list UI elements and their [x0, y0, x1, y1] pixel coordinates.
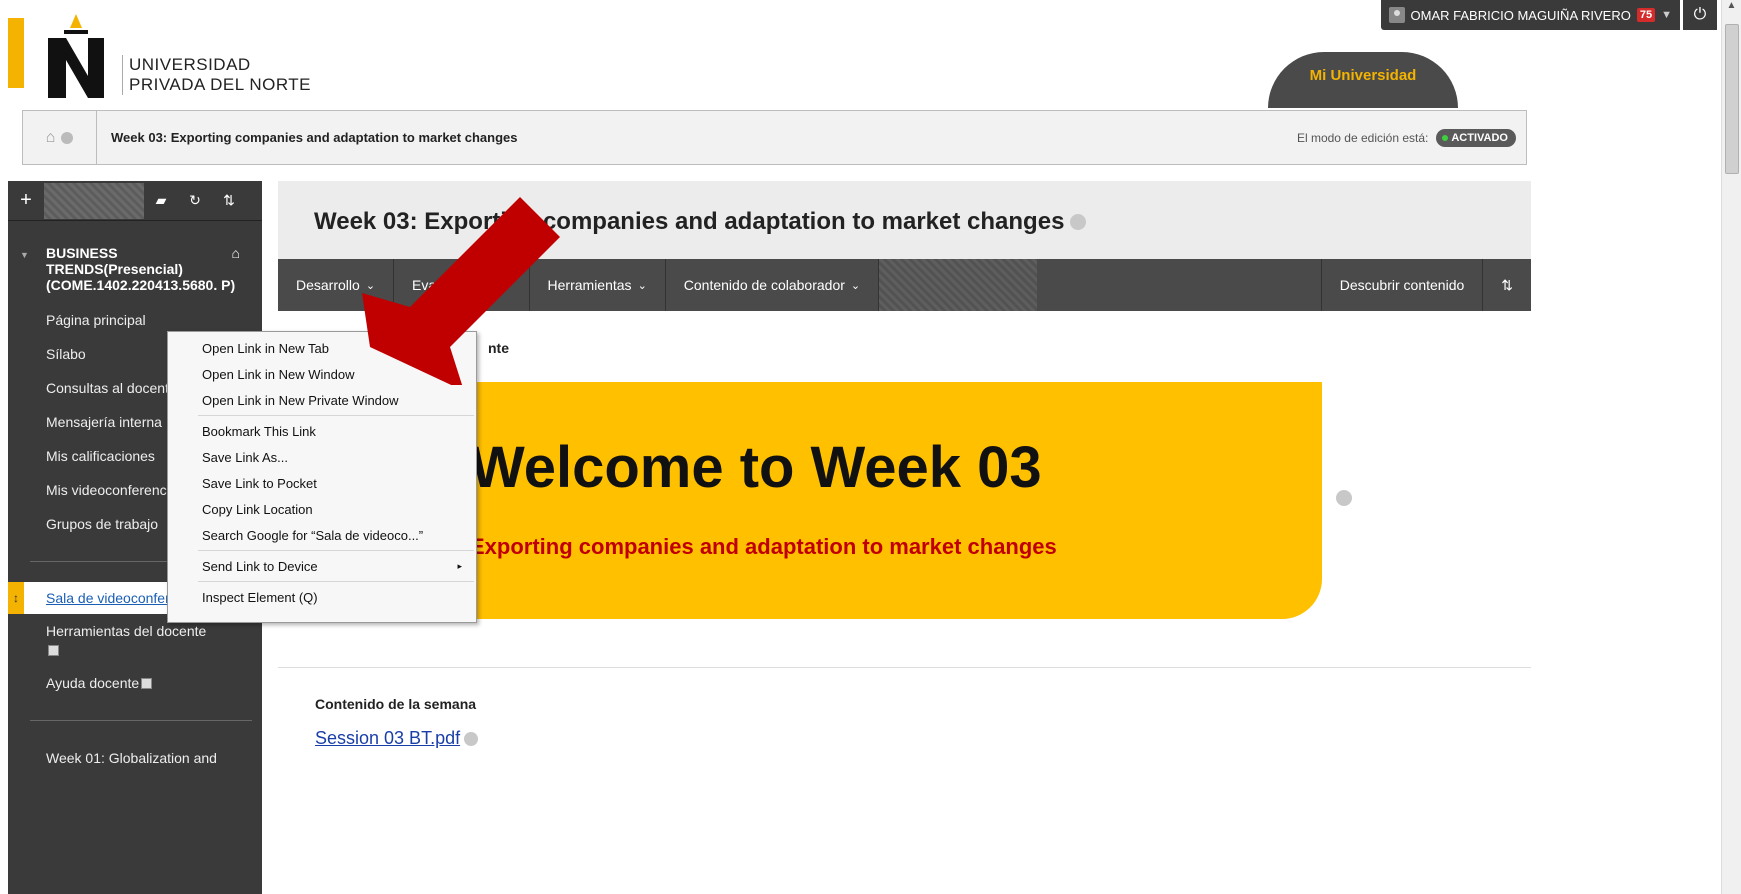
nav-label: Desarrollo — [296, 277, 360, 293]
ctx-separator — [198, 415, 474, 416]
banner-options-icon[interactable] — [1336, 490, 1352, 506]
course-title-text: BUSINESS TRENDS(Presencial) (COME.1402.2… — [46, 245, 236, 293]
refresh-icon[interactable]: ↻ — [178, 192, 212, 209]
collapse-triangle-icon[interactable]: ▼ — [20, 247, 29, 263]
course-nav: Desarrollo ⌄ Evaluaciones ⌄ Herramientas ⌄ … — [278, 259, 1531, 311]
ctx-bookmark-link[interactable]: Bookmark This Link — [168, 418, 476, 444]
banner-title: Welcome to Week 03 — [470, 435, 1042, 500]
submenu-arrow-icon: ▸ — [457, 560, 462, 571]
sidebar-divider — [30, 720, 252, 721]
file-options-icon[interactable] — [464, 731, 479, 746]
chevron-down-icon: ⌄ — [365, 279, 376, 292]
nav-label: Herramientas — [547, 277, 632, 293]
chevron-down-icon: ⌄ — [501, 279, 511, 292]
university-logo — [48, 14, 104, 98]
user-name: OMAR FABRICIO MAGUIÑA RIVERO — [1410, 7, 1631, 23]
folder-icon[interactable]: ▰ — [144, 192, 178, 209]
sort-icon[interactable]: ⇅ — [212, 192, 246, 209]
section-heading-fragment: nte — [488, 340, 509, 356]
mi-universidad-tab[interactable]: Mi Universidad — [1268, 52, 1458, 108]
sidebar-toolbar-spacer — [44, 182, 144, 219]
university-name: UNIVERSIDAD PRIVADA DEL NORTE — [122, 55, 311, 95]
title-options-icon[interactable] — [1070, 214, 1087, 230]
sidebar-item[interactable]: Week 01: Globalization and — [8, 741, 262, 775]
sidebar-item-label: Herramientas del docente — [46, 623, 207, 639]
section-title: Contenido de la semana — [315, 696, 477, 712]
university-name-line1: UNIVERSIDAD — [129, 55, 251, 74]
edit-mode: El modo de edición está: ACTIVADO — [1296, 128, 1526, 147]
status-led-icon — [1442, 134, 1449, 141]
course-home-icon[interactable]: ⌂ — [232, 245, 240, 261]
chevron-down-icon: ⌄ — [637, 279, 647, 292]
course-title[interactable]: ▼ BUSINESS TRENDS(Presencial) (COME.1402… — [8, 221, 262, 293]
logout-button[interactable]: ⏻ — [1683, 0, 1717, 30]
notification-badge[interactable]: 75 — [1636, 8, 1656, 22]
scrollbar-thumb[interactable] — [1725, 24, 1739, 174]
university-name-line2: PRIVADA DEL NORTE — [129, 75, 312, 94]
drag-handle-icon[interactable]: ↕ — [8, 582, 24, 614]
nav-label: Contenido de colaborador — [683, 277, 845, 293]
ctx-open-new-window[interactable]: Open Link in New Window — [168, 361, 476, 387]
breadcrumb: ⌂ Week 03: Exporting companies and adapt… — [22, 110, 1527, 165]
sidebar-item[interactable]: Ayuda docente — [8, 666, 262, 700]
content-title-bar: Week 03: Exporting companies and adaptat… — [278, 181, 1531, 259]
nav-herramientas[interactable]: Herramientas ⌄ — [530, 259, 666, 311]
page-title: Week 03: Exporting companies and adaptat… — [314, 208, 1087, 236]
user-avatar-icon — [1388, 7, 1405, 23]
ctx-separator — [198, 581, 474, 582]
scroll-up-icon[interactable]: ▲ — [1722, 0, 1741, 18]
nav-evaluaciones[interactable]: Evaluaciones ⌄ — [394, 259, 530, 311]
sort-icon[interactable]: ⇅ — [1483, 259, 1531, 311]
ctx-copy-link-location[interactable]: Copy Link Location — [168, 496, 476, 522]
add-menu-item-button[interactable]: + — [8, 189, 44, 212]
ctx-separator — [198, 550, 474, 551]
ctx-search-google[interactable]: Search Google for “Sala de videoco...” — [168, 522, 476, 548]
user-menu[interactable]: OMAR FABRICIO MAGUIÑA RIVERO 75 ▼ — [1380, 0, 1680, 30]
chevron-down-icon[interactable]: ▼ — [1661, 9, 1672, 21]
content-divider — [278, 667, 1531, 668]
external-link-icon — [48, 644, 59, 656]
ctx-send-to-device[interactable]: Send Link to Device ▸ — [168, 553, 476, 579]
ctx-save-to-pocket[interactable]: Save Link to Pocket — [168, 470, 476, 496]
page-scrollbar[interactable]: ▲ — [1721, 0, 1741, 894]
ctx-save-link-as[interactable]: Save Link As... — [168, 444, 476, 470]
ctx-open-new-tab[interactable]: Open Link in New Tab — [168, 335, 476, 361]
breadcrumb-current: Week 03: Exporting companies and adaptat… — [111, 130, 518, 145]
edit-mode-label: El modo de edición está: — [1296, 130, 1429, 145]
ctx-inspect-element[interactable]: Inspect Element (Q) — [168, 584, 476, 610]
nav-desarrollo[interactable]: Desarrollo ⌄ — [278, 259, 395, 311]
file-link-label[interactable]: Session 03 BT.pdf — [315, 728, 460, 749]
nav-spacer — [879, 259, 1038, 311]
file-link[interactable]: Session 03 BT.pdf — [315, 728, 479, 749]
ctx-send-to-device-label: Send Link to Device — [202, 558, 318, 574]
home-icon[interactable]: ⌂ — [46, 129, 56, 147]
ctx-open-private-window[interactable]: Open Link in New Private Window — [168, 387, 476, 413]
edit-mode-toggle[interactable]: ACTIVADO — [1436, 128, 1516, 147]
chevron-down-icon: ⌄ — [850, 279, 861, 292]
sidebar-item-label: Ayuda docente — [46, 675, 140, 691]
nav-contenido-colaborador[interactable]: Contenido de colaborador ⌄ — [666, 259, 880, 311]
banner-subtitle: Exporting companies and adaptation to ma… — [470, 534, 1057, 559]
brand-accent-bar — [8, 18, 24, 88]
page-title-text: Week 03: Exporting companies and adaptat… — [314, 208, 1065, 235]
sidebar-toolbar: + ▰ ↻ ⇅ — [8, 181, 262, 221]
nav-label: Evaluaciones — [412, 277, 496, 293]
user-bar: OMAR FABRICIO MAGUIÑA RIVERO 75 ▼ ⏻ — [1380, 0, 1717, 30]
home-options-icon[interactable] — [61, 131, 74, 144]
welcome-banner: Welcome to Week 03 Exporting companies a… — [400, 382, 1322, 619]
nav-descubrir-contenido[interactable]: Descubrir contenido — [1320, 259, 1484, 311]
edit-mode-value: ACTIVADO — [1451, 131, 1508, 144]
context-menu: Open Link in New Tab Open Link in New Wi… — [167, 331, 477, 623]
external-link-icon — [141, 677, 153, 689]
breadcrumb-home[interactable]: ⌂ — [23, 111, 97, 164]
